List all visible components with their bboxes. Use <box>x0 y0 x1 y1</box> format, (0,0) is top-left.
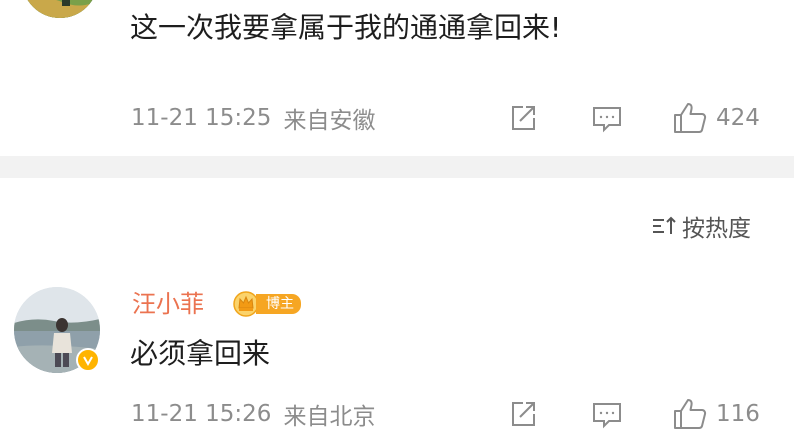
comment-meta: 11-21 15:26 来自北京 <box>131 394 375 434</box>
comment-button[interactable] <box>587 98 627 138</box>
comment-time: 11-21 15:26 <box>131 401 272 427</box>
share-icon <box>512 106 535 130</box>
comment-text: 必须拿回来 <box>130 337 271 370</box>
avatar[interactable] <box>22 0 98 18</box>
share-button[interactable] <box>503 394 543 434</box>
share-icon <box>512 402 535 426</box>
like-button[interactable]: 424 <box>672 98 760 138</box>
like-button[interactable]: 116 <box>672 394 760 434</box>
username[interactable]: 汪小菲 <box>132 284 204 324</box>
share-button[interactable] <box>503 98 543 138</box>
comment-time: 11-21 15:25 <box>131 105 272 131</box>
blogger-badge-label: 博主 <box>256 294 301 314</box>
comment-location: 来自安徽 <box>283 108 376 134</box>
sort-icon <box>653 216 676 234</box>
section-divider <box>0 156 794 178</box>
like-count: 116 <box>716 401 760 427</box>
verified-badge-icon <box>76 348 100 372</box>
comment-location: 来自北京 <box>283 404 376 430</box>
thumbs-up-icon <box>674 399 707 429</box>
comment-icon <box>593 403 621 429</box>
sort-button[interactable]: 按热度 <box>650 206 751 246</box>
like-count: 424 <box>716 105 760 131</box>
comment-text: 这一次我要拿属于我的通通拿回来! <box>130 11 562 44</box>
comment-icon <box>593 107 621 133</box>
thumbs-up-icon <box>674 103 707 133</box>
blogger-badge: 博主 <box>232 290 301 318</box>
comment-meta: 11-21 15:25 来自安徽 <box>131 98 375 138</box>
comment-button[interactable] <box>587 394 627 434</box>
sort-label: 按热度 <box>682 216 751 242</box>
